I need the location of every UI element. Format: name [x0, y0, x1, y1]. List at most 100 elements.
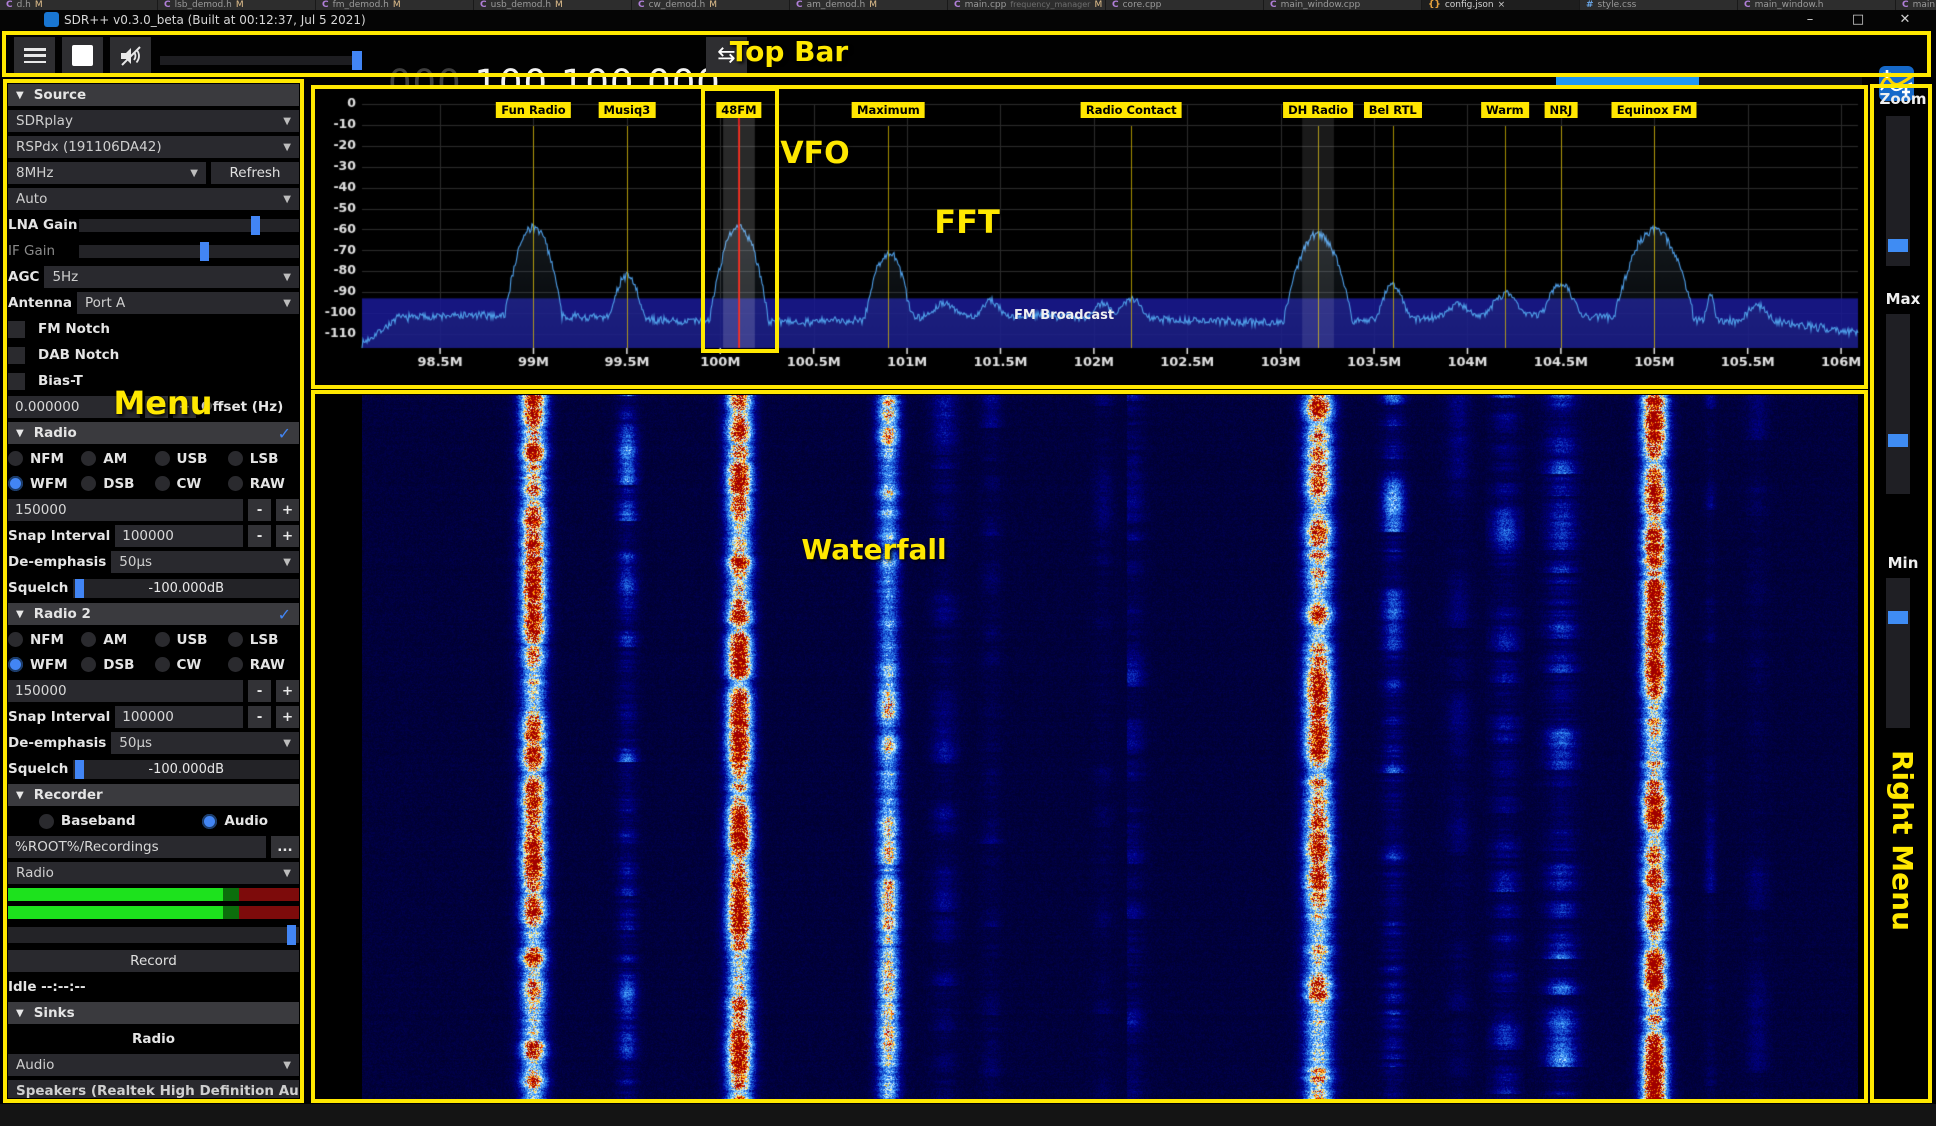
section-header-recorder[interactable]: ▼ Recorder [8, 784, 299, 806]
recorder-mode-audio[interactable]: Audio [202, 811, 268, 832]
slider-handle[interactable] [1888, 239, 1908, 252]
fft-canvas[interactable] [316, 90, 1862, 385]
antenna-dropdown[interactable]: Port A▼ [77, 292, 299, 314]
fm-notch-checkbox[interactable] [8, 321, 25, 338]
min-slider[interactable] [1886, 578, 1910, 728]
snap-interval-input[interactable]: 100000 [115, 525, 243, 547]
bw-minus-button[interactable]: - [248, 680, 271, 702]
if-gain-slider[interactable] [79, 245, 299, 258]
station-label-fun-radio[interactable]: Fun Radio [496, 102, 570, 118]
gain-mode-dropdown[interactable]: Auto▼ [8, 188, 299, 210]
mode-option-dsb[interactable]: DSB [81, 473, 152, 494]
zoom-slider[interactable] [1886, 116, 1910, 266]
editor-tab[interactable]: Cam_demod.hM [790, 0, 948, 10]
editor-tab[interactable]: Cfm_demod.hM [316, 0, 474, 10]
editor-tab[interactable]: Cusb_demod.hM [474, 0, 632, 10]
tuning-mode-button[interactable]: ⇆ [706, 37, 747, 74]
mode-option-dsb[interactable]: DSB [81, 654, 152, 675]
bw-plus-button[interactable]: + [276, 680, 299, 702]
volume-slider-handle[interactable] [352, 51, 362, 70]
lna-gain-slider[interactable] [79, 219, 299, 232]
record-button[interactable]: Record [8, 950, 299, 972]
stop-button[interactable] [62, 37, 103, 74]
bw-minus-button[interactable]: - [248, 499, 271, 521]
offset-plus-button[interactable]: + [173, 396, 196, 418]
refresh-button[interactable]: Refresh [211, 162, 299, 184]
station-label-musiq3[interactable]: Musiq3 [599, 102, 656, 118]
mode-option-usb[interactable]: USB [155, 629, 226, 650]
station-label-nrj[interactable]: NRJ [1544, 102, 1577, 118]
editor-tab[interactable]: {}config.json× [1422, 0, 1580, 10]
minimize-button[interactable]: – [1795, 11, 1825, 29]
bandwidth-dropdown[interactable]: 8MHz▼ [8, 162, 206, 184]
offset-minus-button[interactable]: - [145, 396, 168, 418]
slider-handle[interactable] [1888, 434, 1908, 447]
mode-option-raw[interactable]: RAW [228, 473, 299, 494]
snap-plus-button[interactable]: + [276, 706, 299, 728]
offset-input[interactable]: 0.000000 [8, 396, 140, 418]
agc-dropdown[interactable]: 5Hz▼ [44, 266, 299, 288]
source-device-dropdown[interactable]: RSPdx (191106DA42)▼ [8, 136, 299, 158]
sink-type-dropdown[interactable]: Audio▼ [8, 1054, 299, 1076]
station-label-dh-radio[interactable]: DH Radio [1283, 102, 1353, 118]
mode-option-usb[interactable]: USB [155, 448, 226, 469]
bias-t-checkbox[interactable] [8, 373, 25, 390]
close-button[interactable]: ✕ [1890, 11, 1920, 29]
mode-option-nfm[interactable]: NFM [8, 448, 79, 469]
close-tab-icon[interactable]: × [1498, 0, 1506, 10]
station-label-radio-contact[interactable]: Radio Contact [1081, 102, 1182, 118]
recorder-volume-slider[interactable] [8, 927, 299, 943]
slider-handle[interactable] [287, 925, 296, 945]
mute-button[interactable] [110, 37, 151, 74]
editor-tab[interactable]: #style.css [1580, 0, 1738, 10]
enabled-checkmark-icon[interactable]: ✓ [278, 424, 291, 443]
recording-path-input[interactable]: %ROOT%/Recordings [8, 836, 266, 858]
editor-tab[interactable]: Cmain_window.cpp [1264, 0, 1422, 10]
enabled-checkmark-icon[interactable]: ✓ [278, 605, 291, 624]
snap-plus-button[interactable]: + [276, 525, 299, 547]
section-header-source[interactable]: ▼ Source [8, 84, 299, 106]
section-header-radio2[interactable]: ▼ Radio 2 ✓ [8, 603, 299, 625]
mode-option-wfm[interactable]: WFM [8, 654, 79, 675]
mode-option-cw[interactable]: CW [155, 654, 226, 675]
mode-option-lsb[interactable]: LSB [228, 448, 299, 469]
max-slider[interactable] [1886, 314, 1910, 494]
station-label-bel-rtl[interactable]: Bel RTL [1364, 102, 1422, 118]
station-label-maximum[interactable]: Maximum [852, 102, 925, 118]
slider-handle[interactable] [251, 216, 260, 235]
radio-bandwidth-input[interactable]: 150000 [8, 499, 243, 521]
squelch-slider[interactable]: -100.000dB [73, 760, 299, 779]
dab-notch-checkbox[interactable] [8, 347, 25, 364]
snap-interval-input[interactable]: 100000 [115, 706, 243, 728]
section-header-sinks[interactable]: ▼ Sinks [8, 1002, 299, 1024]
squelch-slider[interactable]: -100.000dB [73, 579, 299, 598]
maximize-button[interactable]: □ [1843, 11, 1873, 29]
mode-option-am[interactable]: AM [81, 629, 152, 650]
bw-plus-button[interactable]: + [276, 499, 299, 521]
snap-minus-button[interactable]: - [248, 706, 271, 728]
deemphasis-dropdown[interactable]: 50µs▼ [111, 732, 299, 754]
menu-toggle-button[interactable] [14, 37, 55, 74]
station-label-warm[interactable]: Warm [1481, 102, 1529, 118]
slider-handle[interactable] [75, 579, 84, 598]
mode-option-cw[interactable]: CW [155, 473, 226, 494]
editor-tab[interactable]: Cmain_window.h [1738, 0, 1896, 10]
editor-tab[interactable]: Cd.hM [0, 0, 158, 10]
mode-option-raw[interactable]: RAW [228, 654, 299, 675]
waterfall-canvas[interactable] [362, 395, 1858, 1099]
deemphasis-dropdown[interactable]: 50µs▼ [111, 551, 299, 573]
editor-tab[interactable]: Cmain.cppfrequency_managerM [948, 0, 1106, 10]
mode-option-wfm[interactable]: WFM [8, 473, 79, 494]
snap-minus-button[interactable]: - [248, 525, 271, 547]
source-driver-dropdown[interactable]: SDRplay▼ [8, 110, 299, 132]
recorder-mode-baseband[interactable]: Baseband [39, 811, 136, 832]
recorder-stream-dropdown[interactable]: Radio▼ [8, 862, 299, 884]
mode-option-lsb[interactable]: LSB [228, 629, 299, 650]
editor-tab[interactable]: Ccw_demod.hM [632, 0, 790, 10]
slider-handle[interactable] [1888, 611, 1908, 624]
radio2-bandwidth-input[interactable]: 150000 [8, 680, 243, 702]
slider-handle[interactable] [75, 760, 84, 779]
browse-button[interactable]: ... [271, 836, 299, 858]
volume-slider[interactable] [160, 56, 356, 65]
audio-device-dropdown[interactable]: Speakers (Realtek High Definition Audio)… [8, 1080, 299, 1098]
